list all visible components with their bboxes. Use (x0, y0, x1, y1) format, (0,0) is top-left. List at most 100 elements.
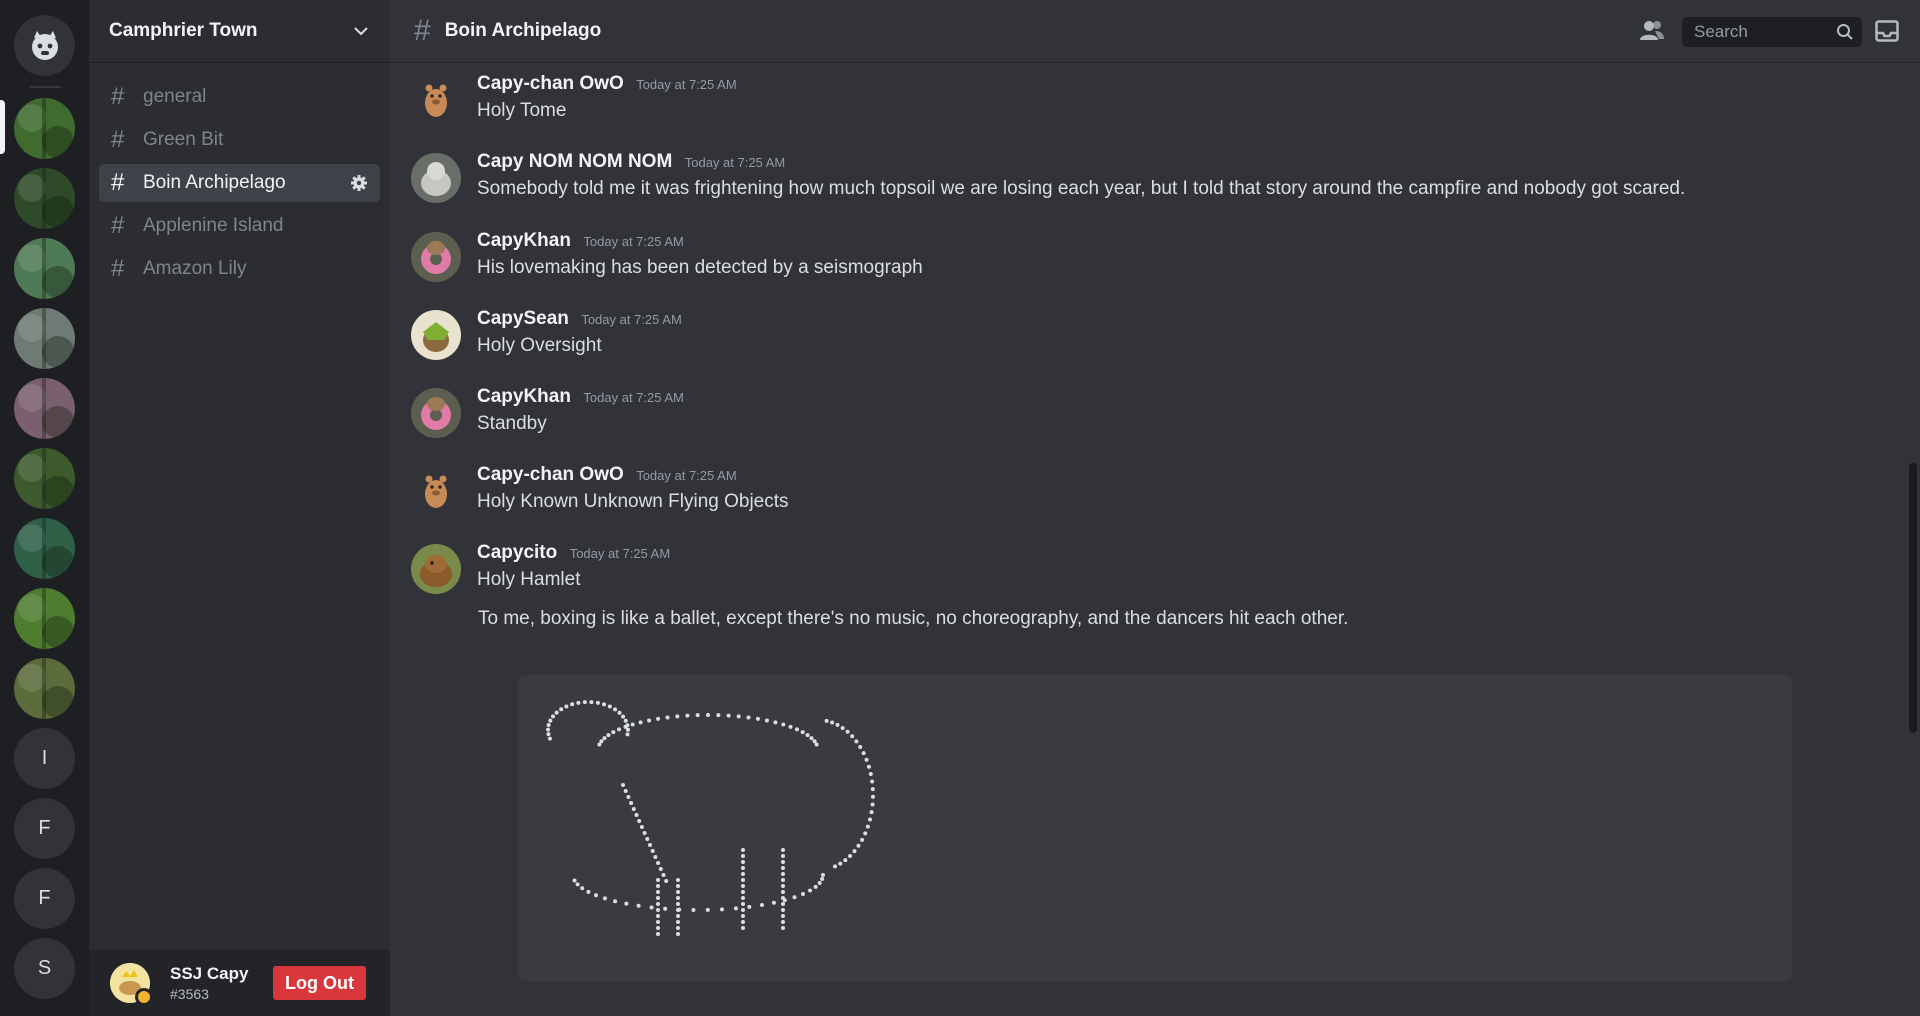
server-icon[interactable] (14, 448, 75, 509)
message-author[interactable]: CapyKhan (477, 386, 571, 407)
logout-button[interactable]: Log Out (273, 966, 366, 1000)
hashtag-icon: # (111, 126, 125, 153)
capybara-photo-avatar (411, 310, 461, 360)
message-timestamp: Today at 7:25 AM (583, 234, 684, 249)
server-initial: F (38, 887, 51, 909)
gear-icon[interactable] (350, 174, 368, 192)
server-icon[interactable] (14, 588, 75, 649)
avatar[interactable] (411, 466, 461, 516)
server-icon[interactable] (14, 378, 75, 439)
guild-name: Camphrier Town (109, 20, 258, 41)
selected-server-indicator (0, 100, 5, 154)
username: SSJ Capy (170, 964, 249, 983)
message-text: To me, boxing is like a ballet, except t… (478, 608, 1349, 629)
hashtag-icon: # (111, 83, 125, 110)
message-timestamp: Today at 7:25 AM (569, 546, 671, 561)
members-icon[interactable] (1638, 18, 1666, 44)
server-image (14, 98, 75, 159)
server-rail: I F F S (0, 0, 89, 1016)
channel-amazon-lily[interactable]: # Amazon Lily (99, 250, 380, 288)
user-panel: SSJ Capy #3563 Log Out (89, 950, 390, 1016)
channel-list: # general # Green Bit # Boin Archipelago (89, 63, 390, 288)
message-text: Standby (477, 413, 547, 434)
discord-home-icon (31, 30, 58, 60)
hashtag-icon: # (111, 169, 125, 196)
server-initial: I (41, 747, 48, 769)
message-text: Holy Oversight (477, 335, 602, 356)
search-icon (1837, 24, 1853, 40)
message-author[interactable]: Capy-chan OwO (477, 464, 624, 485)
avatar[interactable] (411, 388, 461, 438)
channel-sidebar: Camphrier Town # general # Green Bit # B… (89, 0, 390, 1016)
server-image (14, 308, 75, 369)
code-block (518, 675, 1792, 981)
message-author[interactable]: Capycito (477, 542, 557, 563)
channel-applenine-island[interactable]: # Applenine Island (99, 207, 380, 245)
server-icon[interactable]: F (14, 798, 75, 859)
message-text: His lovemaking has been detected by a se… (477, 257, 923, 278)
avatar[interactable] (411, 544, 461, 594)
chat-area: # Boin Archipelago Search Capy-chan OwO … (390, 0, 1920, 1016)
server-image (14, 448, 75, 509)
capybara-photo-avatar (411, 544, 461, 594)
channel-label: Applenine Island (143, 215, 284, 236)
message-timestamp: Today at 7:25 AM (581, 312, 682, 327)
avatar[interactable] (411, 153, 461, 203)
channel-header: # Boin Archipelago (390, 0, 1920, 63)
capybara-avatar-icon (411, 466, 461, 516)
channel-label: Amazon Lily (143, 258, 247, 279)
scrollbar[interactable] (1909, 463, 1917, 733)
server-initial: S (37, 957, 52, 979)
message-author[interactable]: CapyKhan (477, 230, 571, 251)
message-text: Somebody told me it was frightening how … (477, 178, 1686, 199)
server-image (14, 588, 75, 649)
search-box[interactable] (1682, 17, 1862, 47)
hashtag-icon: # (111, 212, 125, 239)
hashtag-icon: # (414, 14, 431, 47)
rail-separator (29, 86, 61, 88)
server-icon[interactable]: F (14, 868, 75, 929)
server-image (14, 518, 75, 579)
message-text: Holy Tome (477, 100, 567, 121)
server-image (14, 168, 75, 229)
search-input[interactable] (1692, 21, 1826, 43)
server-icon[interactable] (14, 98, 75, 159)
message-timestamp: Today at 7:25 AM (684, 155, 786, 170)
inbox-icon[interactable] (1875, 20, 1899, 42)
message-author[interactable]: Capy NOM NOM NOM (477, 151, 672, 172)
message-text: Holy Hamlet (477, 569, 581, 590)
avatar[interactable] (411, 75, 461, 125)
chevron-down-icon (354, 27, 368, 36)
home-button[interactable] (14, 15, 75, 76)
capybara-photo-avatar (411, 153, 461, 203)
message-author[interactable]: Capy-chan OwO (477, 73, 624, 94)
server-image (14, 658, 75, 719)
message-timestamp: Today at 7:25 AM (636, 77, 737, 92)
message-author[interactable]: CapySean (477, 308, 569, 329)
server-icon[interactable] (14, 658, 75, 719)
server-icon[interactable] (14, 518, 75, 579)
server-initial: F (38, 817, 51, 839)
channel-green-bit[interactable]: # Green Bit (99, 121, 380, 159)
message-text: Holy Known Unknown Flying Objects (477, 491, 789, 512)
server-icon[interactable]: I (14, 728, 75, 789)
server-icon[interactable] (14, 238, 75, 299)
server-icon[interactable]: S (14, 938, 75, 999)
status-idle-indicator (135, 988, 153, 1006)
server-icon[interactable] (14, 168, 75, 229)
capybara-photo-avatar (411, 388, 461, 438)
channel-label: Boin Archipelago (143, 172, 286, 193)
avatar[interactable] (411, 232, 461, 282)
message-timestamp: Today at 7:25 AM (583, 390, 684, 405)
channel-boin-archipelago[interactable]: # Boin Archipelago (99, 164, 380, 202)
server-icon[interactable] (14, 308, 75, 369)
channel-label: Green Bit (143, 129, 224, 150)
server-image (14, 238, 75, 299)
avatar[interactable] (411, 310, 461, 360)
channel-general[interactable]: # general (99, 78, 380, 116)
guild-header[interactable]: Camphrier Town (89, 0, 390, 63)
avatar[interactable] (110, 963, 153, 1006)
message-list: Capy-chan OwO Today at 7:25 AM Holy Tome… (390, 63, 1920, 1016)
channel-label: general (143, 86, 207, 107)
capybara-photo-avatar (411, 232, 461, 282)
